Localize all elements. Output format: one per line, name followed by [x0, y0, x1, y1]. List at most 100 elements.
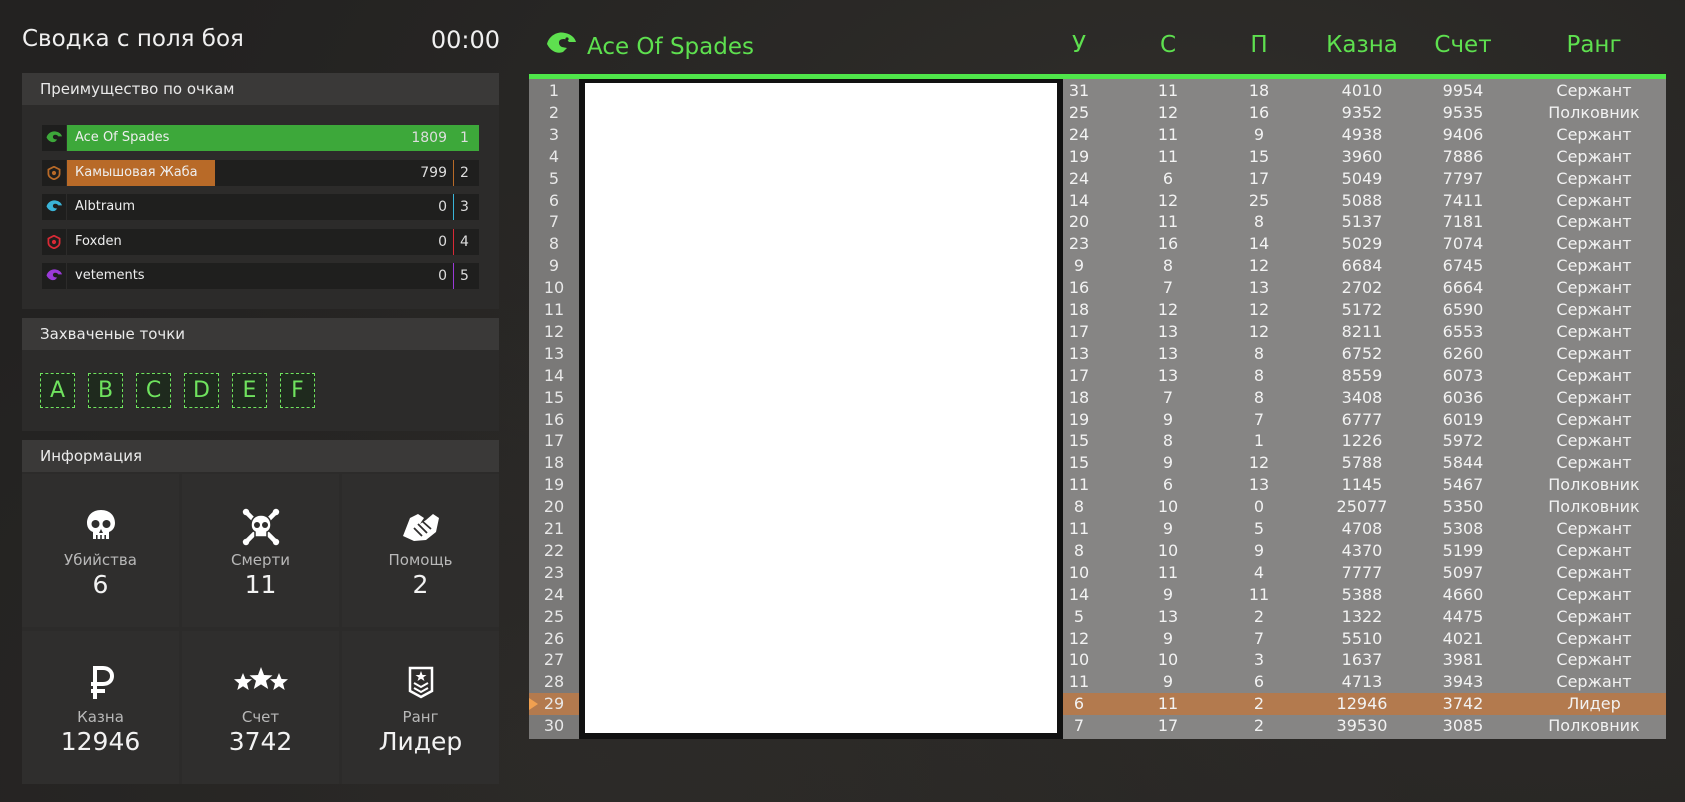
player-row[interactable]: 19 9 7 6777 6019 Сержант: [1063, 409, 1666, 431]
kills-cell: 8: [1073, 540, 1085, 560]
col-treasury[interactable]: Казна: [1312, 32, 1412, 58]
player-row[interactable]: 5 13 2 1322 4475 Сержант: [1063, 606, 1666, 628]
rank-cell: Полковник: [1548, 716, 1640, 736]
player-row[interactable]: 25 12 16 9352 9535 Полковник: [1063, 102, 1666, 124]
deaths-cell: 9: [1162, 519, 1174, 538]
team-name-label: Ace Of Spades: [75, 130, 170, 145]
stat-label: Убийства: [64, 551, 137, 569]
kills-cell: 19: [1068, 409, 1090, 429]
kills-cell: 17: [1068, 365, 1090, 385]
kills-cell: 18: [1068, 300, 1090, 319]
player-row[interactable]: 10 10 3 1637 3981 Сержант: [1063, 649, 1666, 671]
treasury-cell: 5510: [1341, 628, 1383, 648]
assists-cell: 13: [1248, 278, 1270, 298]
stat-value: 11: [244, 570, 277, 599]
deaths-cell: 11: [1157, 81, 1179, 100]
player-row[interactable]: 7 17 2 39530 3085 Полковник: [1063, 715, 1666, 737]
info-panel: Информация Убийства 6 Смерти 11 Помощь 2…: [22, 440, 499, 784]
col-kills[interactable]: У: [1049, 32, 1109, 58]
position-number: 5: [548, 168, 560, 188]
deaths-cell: 13: [1157, 606, 1179, 626]
col-assists[interactable]: П: [1229, 32, 1289, 58]
player-row[interactable]: 14 12 25 5088 7411 Сержант: [1063, 190, 1666, 212]
player-row[interactable]: 15 8 1 1226 5972 Сержант: [1063, 430, 1666, 452]
team-score: 799: [403, 159, 453, 186]
player-row[interactable]: 24 11 9 4938 9406 Сержант: [1063, 124, 1666, 146]
eagle-icon: [42, 194, 66, 220]
position-number: 19: [543, 475, 565, 495]
current-player-row[interactable]: 6 11 2 12946 3742 Лидер: [1063, 693, 1666, 716]
score-cell: 5097: [1442, 562, 1484, 582]
rank-cell: Сержант: [1556, 81, 1632, 100]
score-cell: 3943: [1442, 672, 1484, 692]
player-row[interactable]: 17 13 12 8211 6553 Сержант: [1063, 321, 1666, 343]
team-score: 1809: [403, 125, 453, 151]
treasury-cell: 4010: [1341, 81, 1383, 100]
treasury-cell: 12946: [1336, 694, 1388, 714]
treasury-cell: 6684: [1341, 256, 1383, 276]
kills-cell: 14: [1068, 190, 1090, 210]
deaths-cell: 13: [1157, 343, 1179, 363]
score-cell: 4021: [1442, 628, 1484, 648]
team-row: Ace Of Spades 1809 1: [42, 125, 500, 151]
stat-label: Казна: [77, 708, 124, 726]
badge-icon: [42, 228, 66, 255]
col-score[interactable]: Счет: [1413, 32, 1513, 58]
rank-cell: Сержант: [1556, 278, 1632, 298]
treasury-cell: 39530: [1336, 716, 1388, 736]
player-row[interactable]: 31 11 18 4010 9954 Сержант: [1063, 80, 1666, 102]
deaths-cell: 13: [1157, 365, 1179, 385]
player-row[interactable]: 13 13 8 6752 6260 Сержант: [1063, 343, 1666, 365]
col-rank[interactable]: Ранг: [1529, 32, 1659, 58]
deaths-cell: 9: [1162, 672, 1174, 692]
player-row[interactable]: 9 8 12 6684 6745 Сержант: [1063, 255, 1666, 277]
player-row[interactable]: 10 11 4 7777 5097 Сержант: [1063, 562, 1666, 584]
player-row[interactable]: 14 9 11 5388 4660 Сержант: [1063, 584, 1666, 606]
assists-cell: 2: [1253, 694, 1265, 714]
player-row[interactable]: 11 9 5 4708 5308 Сержант: [1063, 518, 1666, 540]
assists-cell: 12: [1248, 453, 1270, 473]
rank-cell: Сержант: [1556, 672, 1632, 692]
kills-cell: 10: [1068, 562, 1090, 582]
position-number: 15: [543, 387, 565, 407]
assists-cell: 17: [1248, 168, 1270, 188]
col-deaths[interactable]: С: [1138, 32, 1198, 58]
rank-cell: Лидер: [1567, 694, 1621, 714]
player-row[interactable]: 19 11 15 3960 7886 Сержант: [1063, 146, 1666, 168]
player-row[interactable]: 11 6 13 1145 5467 Полковник: [1063, 474, 1666, 496]
player-row[interactable]: 15 9 12 5788 5844 Сержант: [1063, 452, 1666, 474]
rank-cell: Сержант: [1556, 300, 1632, 319]
player-row[interactable]: 23 16 14 5029 7074 Сержант: [1063, 233, 1666, 255]
capture-point-a: A: [40, 373, 75, 408]
score-cell: 4475: [1442, 606, 1484, 626]
deaths-cell: 11: [1157, 146, 1179, 166]
team-rank: 4: [454, 228, 479, 255]
team-name-label: vetements: [75, 268, 145, 283]
assists-cell: 18: [1248, 81, 1270, 100]
player-row[interactable]: 20 11 8 5137 7181 Сержант: [1063, 211, 1666, 233]
score-cell: 9954: [1442, 81, 1484, 100]
player-row[interactable]: 8 10 0 25077 5350 Полковник: [1063, 496, 1666, 518]
player-row[interactable]: 24 6 17 5049 7797 Сержант: [1063, 168, 1666, 190]
kills-cell: 10: [1068, 650, 1090, 670]
position-number: 3: [548, 124, 560, 144]
player-row[interactable]: 12 9 7 5510 4021 Сержант: [1063, 628, 1666, 650]
summary-header: Сводка с поля боя 00:00: [22, 26, 500, 62]
kills-cell: 14: [1068, 584, 1090, 604]
player-row[interactable]: 11 9 6 4713 3943 Сержант: [1063, 671, 1666, 693]
position-number: 16: [543, 409, 565, 429]
score-cell: 7797: [1442, 168, 1484, 188]
rank-cell: Полковник: [1548, 102, 1640, 122]
score-cell: 6036: [1442, 387, 1484, 407]
player-row[interactable]: 18 12 12 5172 6590 Сержант: [1063, 299, 1666, 321]
treasury-cell: 2702: [1341, 278, 1383, 298]
player-row[interactable]: 8 10 9 4370 5199 Сержант: [1063, 540, 1666, 562]
captured-points-heading: Захваченые точки: [22, 318, 499, 350]
treasury-cell: 1145: [1341, 475, 1383, 495]
kills-cell: 5: [1073, 606, 1085, 626]
treasury-cell: 4938: [1341, 124, 1383, 144]
kills-cell: 20: [1068, 212, 1090, 232]
player-row[interactable]: 18 7 8 3408 6036 Сержант: [1063, 387, 1666, 409]
player-row[interactable]: 16 7 13 2702 6664 Сержант: [1063, 277, 1666, 299]
player-row[interactable]: 17 13 8 8559 6073 Сержант: [1063, 365, 1666, 387]
